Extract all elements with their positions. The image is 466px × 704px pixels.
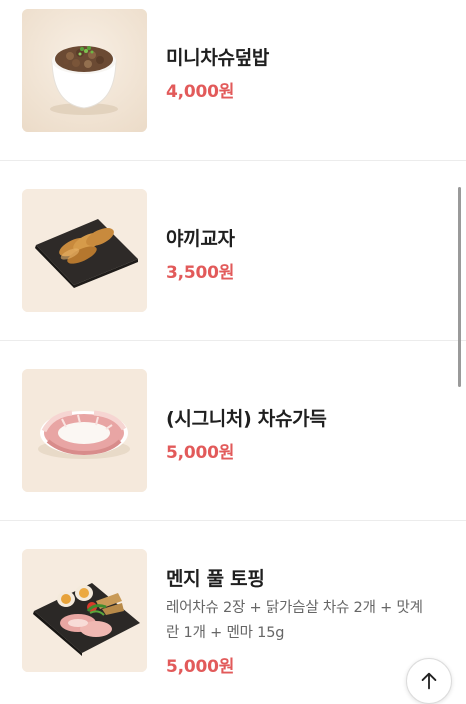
menu-item-price: 3,500원 xyxy=(166,263,235,283)
menu-item-name: 야끼교자 xyxy=(166,228,235,250)
scrollbar[interactable] xyxy=(456,0,464,699)
menu-item-menji-full-topping[interactable]: 멘지 풀 토핑 레어차슈 2장 + 닭가슴살 차슈 2개 + 맛계 란 1개 +… xyxy=(0,520,466,701)
menu-item-image[interactable] xyxy=(22,189,147,312)
chashu-plate-image xyxy=(22,369,147,492)
scroll-to-top-button[interactable] xyxy=(406,658,452,704)
arrow-up-icon xyxy=(421,672,437,690)
menu-item-image[interactable] xyxy=(22,369,147,492)
menu-item-name: 멘지 풀 토핑 xyxy=(166,568,265,590)
menu-item-price: 5,000원 xyxy=(166,657,235,677)
gyoza-image xyxy=(22,189,147,312)
menu-item-name: (시그니처) 차슈가득 xyxy=(166,408,327,430)
menu-item-name: 미니차슈덮밥 xyxy=(166,47,270,69)
menu-item-description: 레어차슈 2장 + 닭가슴살 차슈 2개 + 맛계 란 1개 + 멘마 15g xyxy=(166,596,448,646)
menu-item-price: 4,000원 xyxy=(166,82,235,102)
menu-item-image[interactable] xyxy=(22,9,147,132)
menu-item-signature-chashu[interactable]: (시그니처) 차슈가득 5,000원 xyxy=(0,340,466,521)
menu-item-mini-chashu-don[interactable]: 미니차슈덮밥 4,000원 xyxy=(0,0,466,180)
menu-item-yaki-gyoza[interactable]: 야끼교자 3,500원 xyxy=(0,160,466,341)
full-topping-image xyxy=(22,549,147,672)
menu-item-image[interactable] xyxy=(22,549,147,672)
rice-bowl-image xyxy=(22,9,147,132)
menu-item-description-line: 레어차슈 2장 + 닭가슴살 차슈 2개 + 맛계 xyxy=(166,600,423,616)
menu-item-price: 5,000원 xyxy=(166,443,235,463)
menu-item-description-line: 란 1개 + 멘마 15g xyxy=(166,625,285,641)
scrollbar-thumb[interactable] xyxy=(458,187,461,387)
